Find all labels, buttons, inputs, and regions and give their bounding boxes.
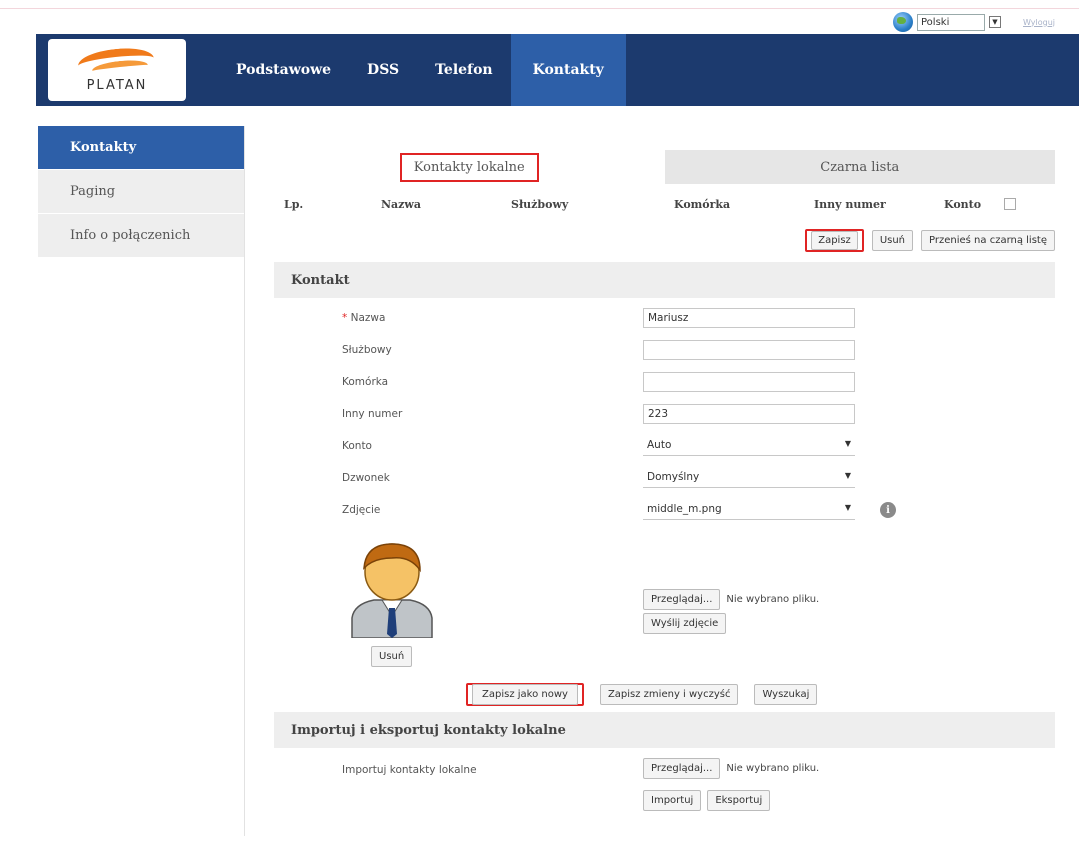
field-row-work: Służbowy [274, 340, 1055, 364]
contact-section-title: Kontakt [274, 262, 1055, 298]
tab-local-label: Kontakty lokalne [399, 152, 539, 182]
field-row-mobile: Komórka [274, 372, 1055, 396]
import-button[interactable]: Importuj [643, 790, 702, 811]
browse-photo-button[interactable]: Przeglądaj... [643, 589, 721, 610]
nav-podstawowe[interactable]: Podstawowe [218, 34, 349, 106]
avatar-image [351, 543, 433, 638]
nav-dss[interactable]: DSS [349, 34, 417, 106]
send-photo-row: Wyślij zdjęcie [643, 613, 727, 634]
field-row-photo: Zdjęcie middle_m.png ▼ i [274, 500, 1055, 524]
save-and-clear-button[interactable]: Zapisz zmieny i wyczyść [599, 684, 739, 705]
language-bar: Polski ▼ Wyloguj [893, 12, 1055, 32]
photo-file-row: Przeglądaj... Nie wybrano pliku. [643, 589, 819, 610]
ring-label: Dzwonek [342, 472, 390, 484]
col-sluzbowy: Służbowy [511, 197, 569, 211]
mobile-label: Komórka [342, 376, 389, 388]
name-label: * Nazwa [342, 312, 385, 324]
table-header: Lp. Nazwa Służbowy Komórka Inny numer Ko… [274, 184, 1055, 224]
sidebar: Kontakty Paging Info o połączenich [38, 126, 245, 836]
delete-button[interactable]: Usuń [871, 229, 914, 251]
tab-bar: Kontakty lokalne Czarna lista [274, 150, 1055, 184]
other-number-input[interactable]: 223 [643, 404, 855, 424]
field-row-account: Konto Auto ▼ [274, 436, 1055, 460]
account-select[interactable]: Auto ▼ [643, 436, 855, 456]
col-lp: Lp. [284, 197, 304, 211]
chevron-down-icon: ▼ [844, 471, 851, 480]
logo-text: PLATAN [86, 78, 148, 93]
photo-select[interactable]: middle_m.png ▼ [643, 500, 855, 520]
globe-icon [893, 12, 913, 32]
import-label: Importuj kontakty lokalne [342, 764, 477, 776]
contact-form: * Nazwa Mariusz Służbowy Komórka Inny nu… [274, 298, 1055, 712]
select-all-checkbox[interactable] [1004, 198, 1016, 210]
chevron-down-icon: ▼ [844, 439, 851, 448]
top-navbar: PLATAN Podstawowe DSS Telefon Kontakty [36, 34, 1079, 106]
sidebar-item-paging[interactable]: Paging [38, 170, 244, 214]
save-label: Zapisz [811, 230, 858, 250]
field-row-ring: Dzwonek Domyślny ▼ [274, 468, 1055, 492]
platan-logo[interactable]: PLATAN [48, 39, 186, 101]
mobile-input[interactable] [643, 372, 855, 392]
no-file-text: Nie wybrano pliku. [726, 594, 820, 605]
ring-select[interactable]: Domyślny ▼ [643, 468, 855, 488]
account-label: Konto [342, 440, 372, 452]
photo-value: middle_m.png [647, 503, 722, 515]
field-row-other: Inny numer 223 [274, 404, 1055, 428]
other-label: Inny numer [342, 408, 403, 420]
logout-link[interactable]: Wyloguj [1023, 18, 1055, 27]
search-button[interactable]: Wyszukaj [754, 684, 818, 705]
col-komorka: Komórka [674, 197, 731, 211]
tab-local-contacts[interactable]: Kontakty lokalne [274, 150, 665, 184]
col-inny-numer: Inny numer [814, 197, 886, 211]
save-as-new-label: Zapisz jako nowy [472, 684, 578, 705]
sidebar-item-kontakty[interactable]: Kontakty [38, 126, 244, 170]
nav-telefon[interactable]: Telefon [417, 34, 510, 106]
browse-import-button[interactable]: Przeglądaj... [643, 758, 721, 779]
import-export-buttons: Importuj Eksportuj [643, 790, 771, 811]
import-section-title: Importuj i eksportuj kontakty lokalne [274, 712, 1055, 748]
name-label-text: Nazwa [350, 312, 386, 324]
top-border [0, 8, 1079, 9]
info-icon[interactable]: i [880, 502, 896, 518]
save-as-new-button[interactable]: Zapisz jako nowy [466, 683, 584, 706]
sidebar-item-info[interactable]: Info o połączenich [38, 214, 244, 258]
col-konto: Konto [944, 197, 982, 211]
save-button[interactable]: Zapisz [805, 228, 864, 252]
account-value: Auto [647, 439, 672, 451]
move-to-blacklist-button[interactable]: Przenieś na czarną listę [921, 229, 1055, 251]
import-file-row: Przeglądaj... Nie wybrano pliku. [643, 758, 819, 779]
tab-blacklist[interactable]: Czarna lista [664, 150, 1055, 184]
required-mark: * [342, 312, 348, 324]
contact-buttons: Zapisz jako nowy Zapisz zmieny i wyczyść… [466, 683, 818, 706]
table-actions: Zapisz Usuń Przenieś na czarną listę [274, 224, 1055, 256]
ring-value: Domyślny [647, 471, 700, 483]
export-button[interactable]: Eksportuj [707, 790, 771, 811]
nav-kontakty[interactable]: Kontakty [510, 34, 626, 106]
language-select[interactable]: Polski [917, 13, 985, 31]
import-section: Importuj kontakty lokalne Przeglądaj... … [274, 748, 1055, 844]
field-row-name: * Nazwa Mariusz [274, 308, 1055, 332]
send-photo-button[interactable]: Wyślij zdjęcie [643, 613, 727, 634]
name-input[interactable]: Mariusz [643, 308, 855, 328]
photo-label: Zdjęcie [342, 504, 381, 516]
main-content: Kontakty lokalne Czarna lista Lp. Nazwa … [274, 150, 1055, 844]
work-label: Służbowy [342, 344, 392, 356]
avatar-delete-button[interactable]: Usuń [371, 646, 413, 667]
language-value: Polski [921, 16, 950, 28]
import-no-file-text: Nie wybrano pliku. [726, 763, 820, 774]
col-nazwa: Nazwa [381, 197, 422, 211]
chevron-down-icon: ▼ [989, 16, 1001, 28]
language-dropdown[interactable]: ▼ [989, 13, 1005, 31]
chevron-down-icon: ▼ [844, 503, 851, 512]
work-input[interactable] [643, 340, 855, 360]
